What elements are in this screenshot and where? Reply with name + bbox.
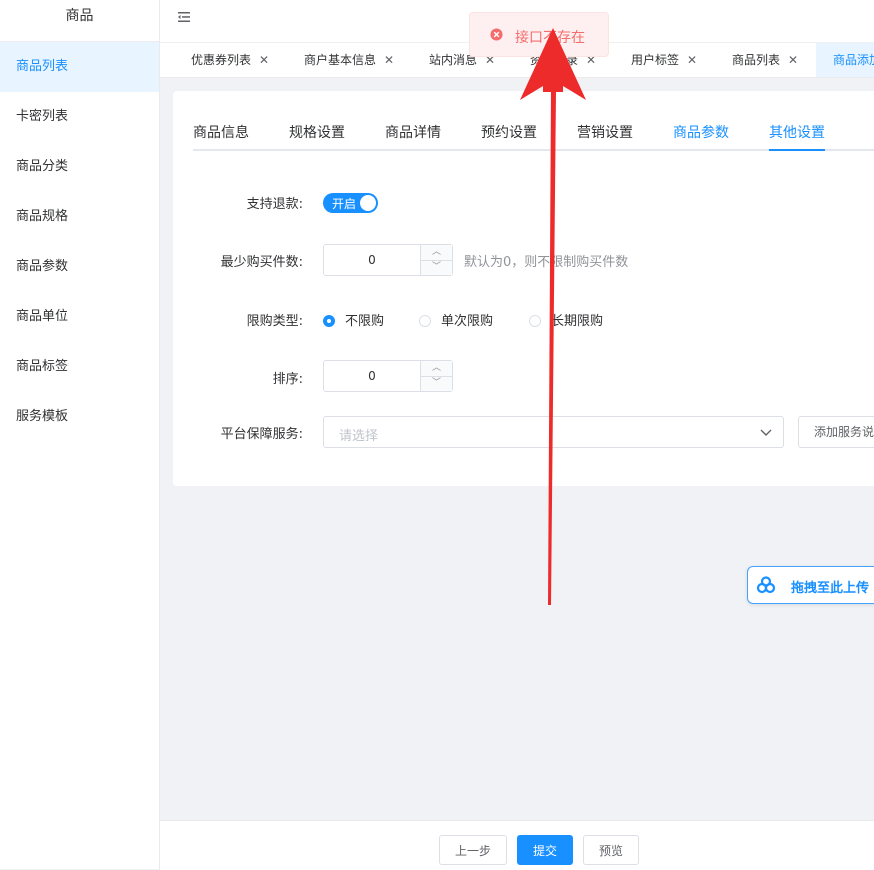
tag-user-tag[interactable]: 用户标签 ✕ — [631, 43, 697, 77]
sidebar: 商品 商品列表 卡密列表 商品分类 商品规格 商品参数 商品单位 商品标签 服务… — [0, 0, 160, 869]
sidebar-item-product-params[interactable]: 商品参数 — [0, 242, 159, 292]
chevron-down-icon[interactable]: ﹀ — [421, 260, 452, 275]
tag-product-list[interactable]: 商品列表 ✕ — [732, 43, 798, 77]
sidebar-item-product-unit[interactable]: 商品单位 — [0, 292, 159, 342]
close-icon[interactable]: ✕ — [259, 53, 269, 67]
submit-button[interactable]: 提交 — [517, 835, 573, 865]
sort-value[interactable]: 0 — [324, 361, 420, 391]
active-tab-indicator — [769, 149, 825, 151]
sidebar-item-card-list[interactable]: 卡密列表 — [0, 92, 159, 142]
refund-label: 支持退款: — [246, 197, 303, 212]
sort-stepper[interactable]: 0 ︿ ﹀ — [323, 360, 453, 392]
switch-text: 开启 — [332, 197, 357, 211]
error-toast: 接口不存在 — [469, 12, 609, 57]
form-tabs: 商品信息 规格设置 商品详情 预约设置 营销设置 商品参数 其他设置 — [193, 113, 874, 151]
refund-switch[interactable]: 开启 — [323, 193, 378, 213]
close-icon[interactable]: ✕ — [384, 53, 394, 67]
tab-marketing-settings[interactable]: 营销设置 — [577, 122, 633, 142]
upload-label: 拖拽至此上传 — [791, 581, 870, 596]
tab-spec-settings[interactable]: 规格设置 — [289, 122, 345, 142]
min-qty-label: 最少购买件数: — [220, 255, 303, 270]
drag-upload-widget[interactable]: 拖拽至此上传 — [747, 566, 874, 604]
tab-reservation-settings[interactable]: 预约设置 — [481, 122, 537, 142]
cloud-upload-icon — [756, 576, 776, 594]
close-icon[interactable]: ✕ — [687, 53, 697, 67]
sidebar-item-product-spec[interactable]: 商品规格 — [0, 192, 159, 242]
select-placeholder: 请选择 — [339, 429, 379, 444]
toast-message: 接口不存在 — [515, 30, 585, 46]
radio-dot — [419, 315, 431, 327]
sort-label: 排序: — [272, 372, 303, 387]
sidebar-title: 商品 — [0, 0, 159, 42]
sidebar-item-product-list[interactable]: 商品列表 — [0, 42, 159, 92]
tab-product-detail[interactable]: 商品详情 — [385, 122, 441, 142]
tag-merchant-info[interactable]: 商户基本信息 ✕ — [304, 43, 394, 77]
sidebar-item-product-tag[interactable]: 商品标签 — [0, 342, 159, 392]
error-icon — [490, 28, 503, 41]
radio-no-limit[interactable]: 不限购 — [323, 310, 384, 329]
tab-product-params[interactable]: 商品参数 — [673, 122, 729, 142]
guarantee-select[interactable]: 请选择 — [323, 416, 784, 448]
min-qty-value[interactable]: 0 — [324, 245, 420, 275]
chevron-down-icon — [760, 429, 772, 436]
stepper-controls: ︿ ﹀ — [420, 245, 452, 275]
tab-product-info[interactable]: 商品信息 — [193, 122, 249, 142]
radio-dot — [323, 315, 335, 327]
close-icon[interactable]: ✕ — [788, 53, 798, 67]
radio-single-limit[interactable]: 单次限购 — [419, 310, 493, 329]
sidebar-item-product-category[interactable]: 商品分类 — [0, 142, 159, 192]
prev-step-button[interactable]: 上一步 — [439, 835, 507, 865]
tag-product-add[interactable]: 商品添加 — [816, 43, 874, 77]
product-form-card: 商品信息 规格设置 商品详情 预约设置 营销设置 商品参数 其他设置 支持退款:… — [173, 91, 874, 486]
stepper-controls: ︿ ﹀ — [420, 361, 452, 391]
limit-type-label: 限购类型: — [246, 314, 303, 329]
menu-fold-icon[interactable] — [176, 9, 192, 25]
chevron-down-icon[interactable]: ﹀ — [421, 376, 452, 391]
radio-dot — [529, 315, 541, 327]
switch-knob — [360, 195, 376, 211]
sidebar-item-service-template[interactable]: 服务模板 — [0, 392, 159, 442]
tab-other-settings[interactable]: 其他设置 — [769, 122, 825, 142]
tag-coupon-list[interactable]: 优惠券列表 ✕ — [191, 43, 269, 77]
add-service-button[interactable]: 添加服务说明 — [798, 416, 874, 448]
min-qty-stepper[interactable]: 0 ︿ ﹀ — [323, 244, 453, 276]
preview-button[interactable]: 预览 — [583, 835, 639, 865]
chevron-up-icon[interactable]: ︿ — [421, 361, 452, 377]
guarantee-label: 平台保障服务: — [220, 427, 303, 442]
min-qty-hint: 默认为0，则不限制购买件数 — [464, 255, 629, 270]
chevron-up-icon[interactable]: ︿ — [421, 245, 452, 261]
form-footer: 上一步 提交 预览 — [160, 820, 874, 870]
radio-long-term-limit[interactable]: 长期限购 — [529, 310, 603, 329]
